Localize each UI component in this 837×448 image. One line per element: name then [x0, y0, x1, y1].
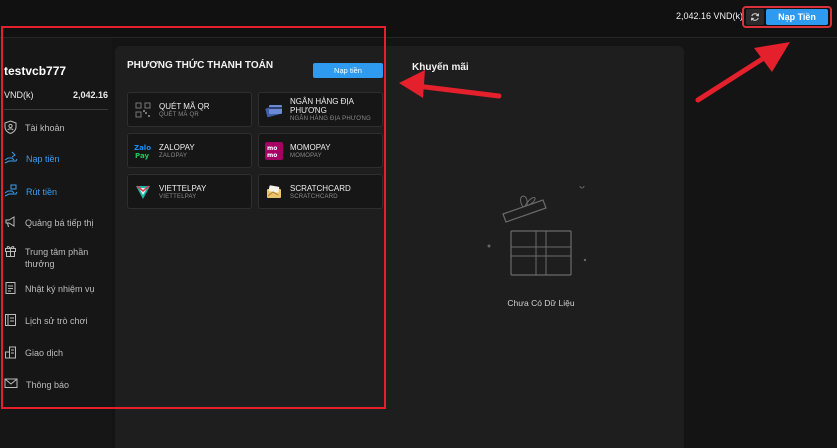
- sidebar-item-rewards[interactable]: Trung tâm phần thưởng: [4, 244, 112, 270]
- qr-icon: [134, 101, 152, 119]
- method-subtitle: MOMOPAY: [290, 152, 322, 159]
- method-name: SCRATCHCARD: [290, 183, 351, 193]
- sidebar-item-game-history[interactable]: Lịch sử trò chơi: [4, 313, 112, 327]
- shield-user-icon: [4, 120, 17, 134]
- header-deposit-button[interactable]: Nạp Tiền: [766, 9, 828, 25]
- method-name: MOMOPAY: [290, 142, 331, 152]
- sidebar-balance: VND(k) 2,042.16: [4, 90, 108, 110]
- sidebar-item-transactions[interactable]: Giao dịch: [4, 345, 112, 359]
- sidebar-item-account[interactable]: Tài khoản: [4, 120, 112, 134]
- sidebar-item-label: Quảng bá tiếp thị: [25, 218, 94, 228]
- scratchcard-icon: [265, 183, 283, 201]
- sidebar-item-label: Trung tâm phần thưởng: [25, 247, 89, 269]
- sidebar-item-notifications[interactable]: Thông báo: [4, 377, 112, 391]
- payment-method-local-bank[interactable]: NGÂN HÀNG ĐỊA PHƯƠNG NGÂN HÀNG ĐỊA PHƯƠN…: [258, 92, 383, 127]
- empty-state-text: Chưa Có Dữ Liệu: [507, 298, 575, 308]
- payment-method-momopay[interactable]: mo mo MOMOPAY MOMOPAY: [258, 133, 383, 168]
- sidebar-item-label: Giao dịch: [25, 348, 64, 358]
- username: testvcb777: [4, 64, 67, 78]
- sidebar-item-withdraw[interactable]: Rút tiền: [4, 184, 112, 198]
- promotions-panel: Khuyến mãi Chưa Có Dữ Liệu: [385, 46, 684, 448]
- method-name: NGÂN HÀNG ĐỊA PHƯƠNG: [290, 97, 354, 115]
- deposit-button[interactable]: Nạp tiền: [313, 63, 383, 78]
- sidebar-item-label: Thông báo: [26, 380, 70, 390]
- payment-method-qr[interactable]: QUÉT MÃ QR QUÉT MÃ QR: [127, 92, 252, 127]
- method-name: QUÉT MÃ QR: [159, 101, 210, 111]
- empty-gift-box-icon: [487, 186, 587, 276]
- top-bar: 2,042.16 VND(k) Nạp Tiền: [0, 0, 837, 38]
- transactions-icon: [5, 346, 16, 359]
- promotions-title: Khuyến mãi: [412, 62, 469, 73]
- sidebar-item-deposit[interactable]: Nạp tiền: [4, 151, 112, 165]
- withdraw-hand-icon: [4, 184, 18, 197]
- balance-amount: 2,042.16: [72, 90, 108, 100]
- method-subtitle: QUÉT MÃ QR: [159, 111, 199, 118]
- task-log-icon: [5, 282, 16, 294]
- refresh-balance-button[interactable]: [746, 9, 764, 25]
- payment-method-scratchcard[interactable]: SCRATCHCARD SCRATCHCARD: [258, 174, 383, 209]
- sidebar-item-label: Tài khoản: [25, 123, 65, 133]
- currency-label: VND(k): [4, 90, 34, 100]
- payment-method-viettelpay[interactable]: VIETTELPAY VIETTELPAY: [127, 174, 252, 209]
- megaphone-icon: [5, 216, 15, 228]
- gift-icon: [5, 246, 16, 257]
- svg-text:Pay: Pay: [135, 152, 149, 160]
- payment-methods-panel: PHƯƠNG THỨC THANH TOÁN Nạp tiền QUÉT MÃ …: [115, 46, 385, 448]
- method-name: ZALOPAY: [159, 142, 195, 152]
- sidebar-item-label: Lịch sử trò chơi: [25, 316, 88, 326]
- sidebar-item-label: Nhật ký nhiệm vụ: [25, 284, 95, 294]
- deposit-hand-icon: [4, 151, 18, 164]
- refresh-icon: [751, 13, 759, 21]
- payment-methods-title: PHƯƠNG THỨC THANH TOÁN: [127, 60, 274, 71]
- account-sidebar: testvcb777 VND(k) 2,042.16 Tài khoản Nạp…: [0, 38, 112, 448]
- zalopay-logo-icon: Zalo Pay: [134, 142, 152, 160]
- game-history-icon: [5, 314, 16, 326]
- payment-method-zalopay[interactable]: Zalo Pay ZALOPAY ZALOPAY: [127, 133, 252, 168]
- svg-text:mo: mo: [267, 145, 277, 152]
- momo-logo-icon: mo mo: [265, 141, 283, 160]
- bank-cards-icon: [265, 101, 283, 119]
- svg-text:Zalo: Zalo: [134, 144, 151, 152]
- sidebar-item-task-log[interactable]: Nhật ký nhiệm vụ: [4, 281, 112, 295]
- method-subtitle: NGÂN HÀNG ĐỊA PHƯƠNG: [290, 116, 371, 122]
- method-subtitle: ZALOPAY: [159, 152, 188, 159]
- header-balance: 2,042.16 VND(k): [676, 11, 744, 21]
- method-subtitle: VIETTELPAY: [159, 193, 197, 200]
- mail-icon: [4, 378, 18, 388]
- sidebar-item-label: Nạp tiền: [26, 154, 60, 164]
- sidebar-item-marketing[interactable]: Quảng bá tiếp thị: [4, 215, 112, 229]
- header-actions: Nạp Tiền: [742, 6, 832, 28]
- method-subtitle: SCRATCHCARD: [290, 193, 338, 200]
- viettelpay-logo-icon: [134, 183, 152, 201]
- sidebar-item-label: Rút tiền: [26, 187, 58, 197]
- annotation-arrow-up-icon: [695, 42, 790, 103]
- method-name: VIETTELPAY: [159, 183, 207, 193]
- svg-text:mo: mo: [267, 152, 277, 159]
